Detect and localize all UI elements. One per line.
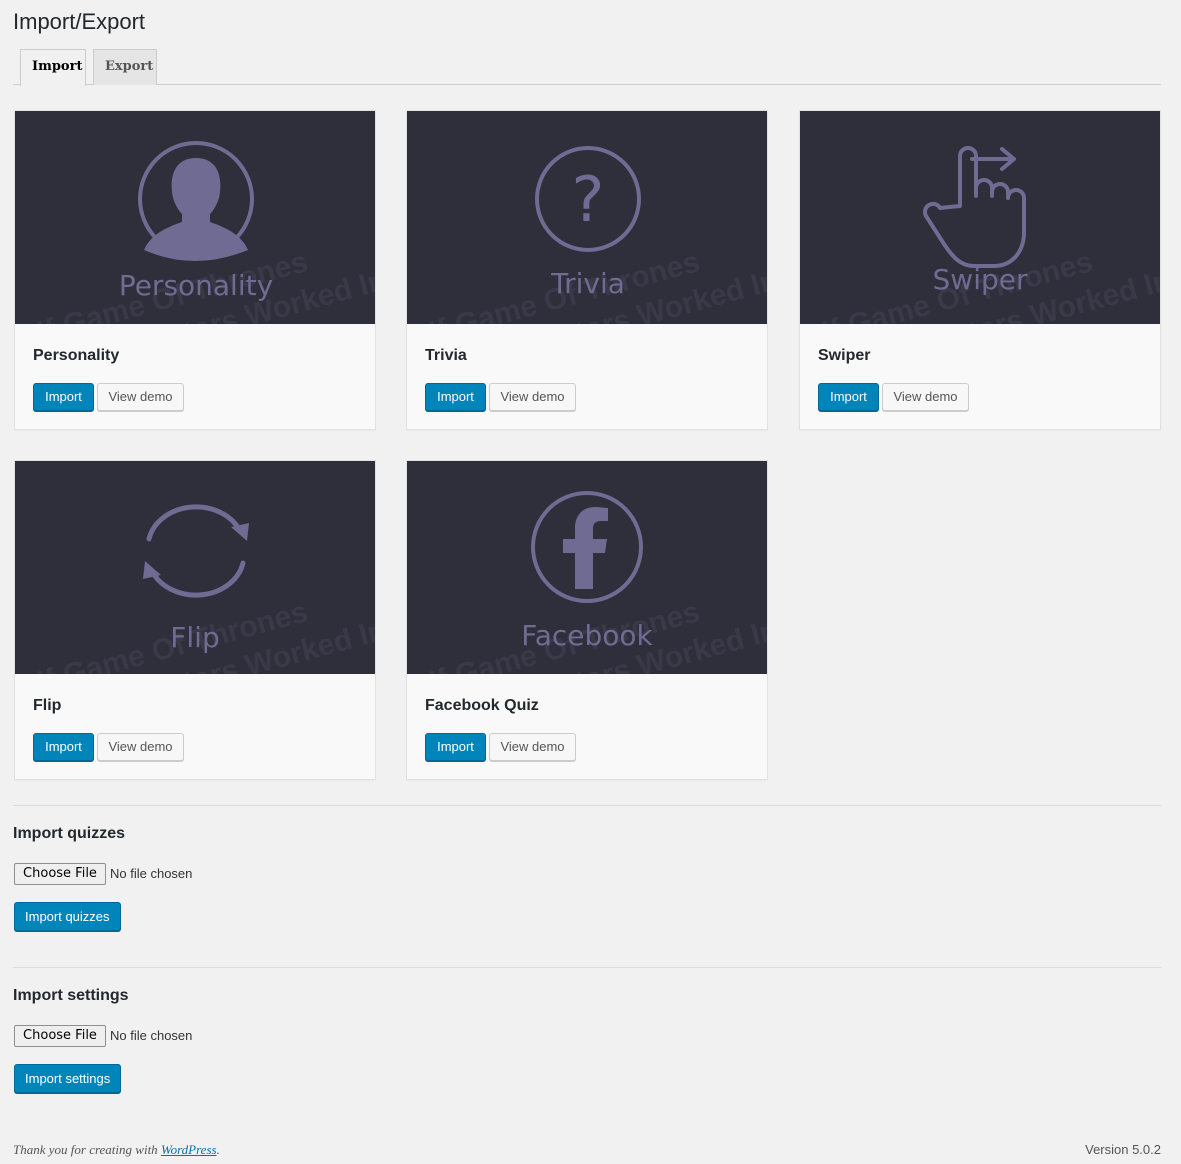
card-thumbnail: If Game Of Thrones Characters Worked In … <box>15 111 375 324</box>
swipe-hand-icon <box>922 146 1026 268</box>
no-file-text: No file chosen <box>110 866 193 881</box>
card-title: Personality <box>33 347 120 364</box>
view-demo-button[interactable]: View demo <box>489 733 576 761</box>
facebook-icon <box>531 491 643 603</box>
card-flip: If Game Of Thrones Characters Worked In … <box>14 460 376 780</box>
import-button[interactable]: Import <box>425 383 486 411</box>
import-quizzes-button[interactable]: Import quizzes <box>14 902 121 931</box>
wordpress-link[interactable]: WordPress <box>161 1142 217 1157</box>
page-title: Import/Export <box>13 9 146 34</box>
view-demo-button[interactable]: View demo <box>97 733 184 761</box>
thumb-label: Facebook <box>521 619 653 652</box>
thumb-label: Flip <box>170 621 219 654</box>
import-settings-title: Import settings <box>13 987 129 1004</box>
thumb-label: Trivia <box>550 267 625 300</box>
tab-bar: Import Export <box>13 48 1161 86</box>
card-title: Flip <box>33 697 62 714</box>
refresh-arrows-icon <box>146 504 246 598</box>
question-icon: ? <box>535 146 641 252</box>
import-button[interactable]: Import <box>818 383 879 411</box>
footer-suffix: . <box>216 1142 220 1157</box>
divider <box>13 967 1161 968</box>
import-settings-button[interactable]: Import settings <box>14 1064 122 1093</box>
thumb-label: Swiper <box>933 263 1028 296</box>
import-button[interactable]: Import <box>33 383 94 411</box>
choose-file-button[interactable]: Choose File <box>14 863 106 885</box>
view-demo-button[interactable]: View demo <box>882 383 969 411</box>
card-thumbnail: If Game Of Thrones Characters Worked In … <box>407 111 767 324</box>
import-button[interactable]: Import <box>425 733 486 761</box>
tab-export[interactable]: Export <box>93 49 157 85</box>
card-title: Swiper <box>818 347 871 364</box>
no-file-text: No file chosen <box>110 1028 193 1043</box>
footer-thanks-text: Thank you for creating with <box>13 1142 161 1157</box>
card-title: Facebook Quiz <box>425 697 539 714</box>
svg-text:?: ? <box>572 163 605 236</box>
card-swiper: If Game Of Thrones Characters Worked In … <box>799 110 1161 430</box>
card-thumbnail: If Game Of Thrones Characters Worked In … <box>407 461 767 674</box>
divider <box>13 805 1161 806</box>
thumb-label: Personality <box>119 269 273 302</box>
tab-import[interactable]: Import <box>20 49 86 86</box>
import-quizzes-title: Import quizzes <box>13 825 126 842</box>
card-facebook: If Game Of Thrones Characters Worked In … <box>406 460 768 780</box>
footer-thanks: Thank you for creating with WordPress. <box>13 1142 220 1158</box>
card-trivia: If Game Of Thrones Characters Worked In … <box>406 110 768 430</box>
card-title: Trivia <box>425 347 467 364</box>
footer-version: Version 5.0.2 <box>1085 1142 1161 1157</box>
view-demo-button[interactable]: View demo <box>489 383 576 411</box>
choose-file-button[interactable]: Choose File <box>14 1025 106 1047</box>
card-thumbnail: If Game Of Thrones Characters Worked In … <box>800 111 1160 324</box>
card-personality: If Game Of Thrones Characters Worked In … <box>14 110 376 430</box>
view-demo-button[interactable]: View demo <box>97 383 184 411</box>
card-thumbnail: If Game Of Thrones Characters Worked In … <box>15 461 375 674</box>
import-button[interactable]: Import <box>33 733 94 761</box>
